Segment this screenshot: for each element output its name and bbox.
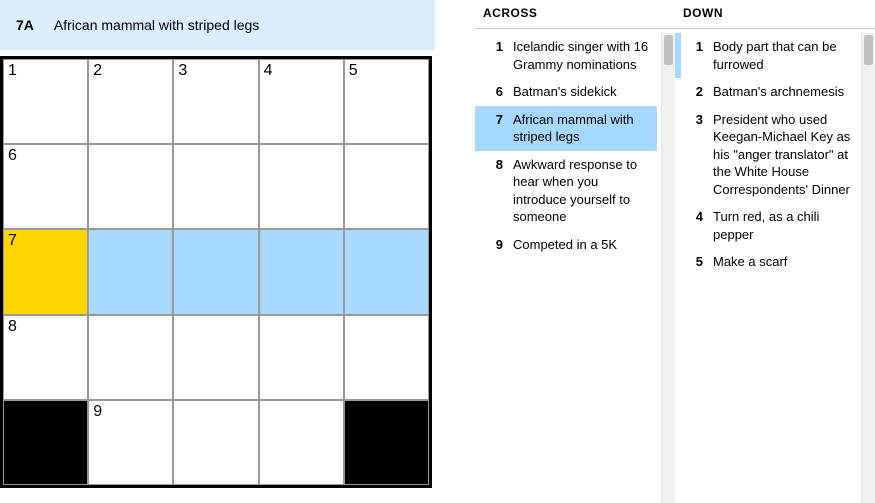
cell-1-2[interactable] [173,144,258,229]
cell-4-2[interactable] [173,400,258,485]
across-clue-9[interactable]: 9 Competed in a 5K [475,231,657,259]
down-scrollbar[interactable] [861,33,875,503]
cell-0-1[interactable]: 2 [88,59,173,144]
cell-0-3[interactable]: 4 [259,59,344,144]
across-clue-6[interactable]: 6 Batman's sidekick [475,78,657,106]
clue-text: Awkward response to hear when you introd… [513,156,651,226]
crossword-grid: 1 2 3 4 5 6 7 8 9 [0,56,432,488]
clue-text: Make a scarf [713,253,851,271]
clue-number: 2 [685,83,703,101]
clue-text: Batman's sidekick [513,83,651,101]
cell-3-0[interactable]: 8 [3,315,88,400]
cell-number: 4 [264,62,273,80]
down-clue-3[interactable]: 3 President who used Keegan-Michael Key a… [675,106,857,204]
across-clue-7[interactable]: 7 African mammal with striped legs [475,106,657,151]
cell-2-0[interactable]: 7 [3,229,88,314]
across-clue-1[interactable]: 1 Icelandic singer with 16 Grammy nominat… [475,33,657,78]
cell-number: 3 [178,62,187,80]
clue-text: African mammal with striped legs [513,111,651,146]
cell-number: 6 [8,147,17,165]
cell-3-4[interactable] [344,315,429,400]
cell-4-3[interactable] [259,400,344,485]
cell-4-0 [3,400,88,485]
current-clue-label: 7A [16,17,34,33]
cell-1-1[interactable] [88,144,173,229]
cell-1-3[interactable] [259,144,344,229]
clue-text: Icelandic singer with 16 Grammy nominati… [513,38,651,73]
cell-1-0[interactable]: 6 [3,144,88,229]
current-clue-bar[interactable]: 7A African mammal with striped legs [0,0,435,50]
clue-number: 6 [485,83,503,101]
down-column: DOWN 1 Body part that can be furrowed 2 Bat… [675,0,875,503]
current-clue-text: African mammal with striped legs [54,17,259,33]
down-clue-2[interactable]: 2 Batman's archnemesis [675,78,857,106]
clue-number: 5 [685,253,703,271]
clue-text: President who used Keegan-Michael Key as… [713,111,851,199]
cell-3-2[interactable] [173,315,258,400]
cell-3-1[interactable] [88,315,173,400]
cell-2-1[interactable] [88,229,173,314]
across-clue-8[interactable]: 8 Awkward response to hear when you intro… [475,151,657,231]
across-header: ACROSS [475,0,675,29]
clue-text: Body part that can be furrowed [713,38,851,73]
clue-text: Turn red, as a chili pepper [713,208,851,243]
across-clue-list: 1 Icelandic singer with 16 Grammy nominat… [475,33,661,503]
clue-number: 1 [485,38,503,56]
down-clue-list: 1 Body part that can be furrowed 2 Batman's… [675,33,861,503]
clue-text: Batman's archnemesis [713,83,851,101]
cell-2-3[interactable] [259,229,344,314]
across-scrollbar[interactable] [661,33,675,503]
cell-0-2[interactable]: 3 [173,59,258,144]
cell-number: 8 [8,318,17,336]
clue-number: 8 [485,156,503,174]
cell-number: 5 [349,62,358,80]
clue-number: 3 [685,111,703,129]
across-column: ACROSS 1 Icelandic singer with 16 Grammy … [475,0,675,503]
cell-3-3[interactable] [259,315,344,400]
cell-2-2[interactable] [173,229,258,314]
cell-4-4 [344,400,429,485]
cell-number: 9 [93,403,102,421]
cell-0-4[interactable]: 5 [344,59,429,144]
clue-number: 4 [685,208,703,226]
down-clue-5[interactable]: 5 Make a scarf [675,248,857,276]
cell-number: 1 [8,62,17,80]
clue-number: 9 [485,236,503,254]
clue-text: Competed in a 5K [513,236,651,254]
cell-2-4[interactable] [344,229,429,314]
cell-1-4[interactable] [344,144,429,229]
down-clue-4[interactable]: 4 Turn red, as a chili pepper [675,203,857,248]
cell-number: 7 [8,232,17,250]
cell-number: 2 [93,62,102,80]
down-clue-1[interactable]: 1 Body part that can be furrowed [675,33,857,78]
scrollbar-thumb[interactable] [864,35,873,65]
scrollbar-thumb[interactable] [664,35,673,65]
clue-number: 1 [685,38,703,56]
clue-number: 7 [485,111,503,129]
cell-4-1[interactable]: 9 [88,400,173,485]
cell-0-0[interactable]: 1 [3,59,88,144]
down-header: DOWN [675,0,875,29]
